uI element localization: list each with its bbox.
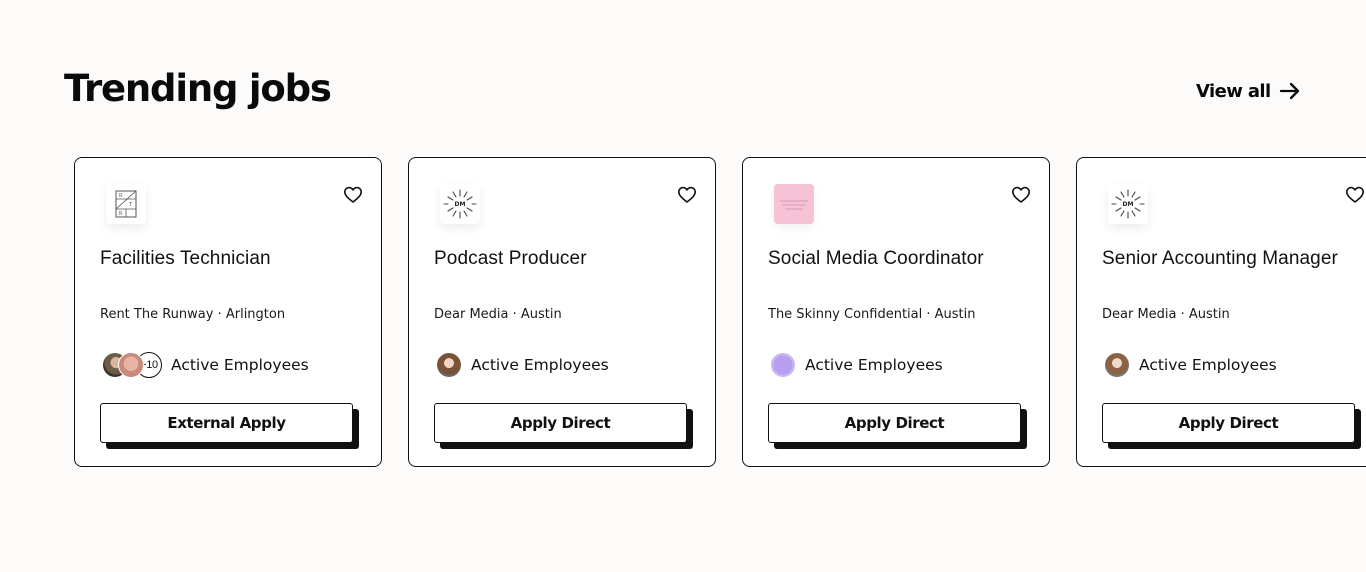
svg-text:R: R <box>119 193 123 199</box>
job-card[interactable]: Social Media Coordinator The Skinny Conf… <box>742 157 1050 467</box>
company-location: Dear Media · Austin <box>1102 307 1230 322</box>
job-title[interactable]: Social Media Coordinator <box>768 248 984 270</box>
apply-direct-button[interactable]: Apply Direct <box>1102 403 1355 443</box>
view-all-link[interactable]: View all <box>1196 76 1301 106</box>
dear-media-logo: DM <box>1108 184 1148 224</box>
job-title[interactable]: Senior Accounting Manager <box>1102 248 1338 270</box>
view-all-label: View all <box>1196 80 1271 102</box>
employee-avatars: +10 <box>102 352 162 378</box>
active-employees: Active Employees <box>436 351 609 379</box>
job-title[interactable]: Facilities Technician <box>100 248 271 270</box>
active-employees-label: Active Employees <box>1139 356 1277 374</box>
avatar <box>1104 352 1130 378</box>
avatar <box>770 352 796 378</box>
employee-avatars <box>1104 352 1130 378</box>
arrow-right-icon <box>1279 82 1299 100</box>
active-employees: +10 Active Employees <box>102 351 309 379</box>
dear-media-logo: DM <box>440 184 480 224</box>
active-employees-label: Active Employees <box>805 356 943 374</box>
job-card[interactable]: DM Podcast Producer Dear Media · Austin … <box>408 157 716 467</box>
skinny-confidential-logo <box>774 184 814 224</box>
job-card[interactable]: R T R Facilities Technician Rent The Run… <box>74 157 382 467</box>
company-location: Dear Media · Austin <box>434 307 562 322</box>
trending-jobs-carousel[interactable]: R T R Facilities Technician Rent The Run… <box>74 157 1366 469</box>
avatar <box>118 352 144 378</box>
section-title: Trending jobs <box>64 67 332 110</box>
heart-outline-icon[interactable] <box>343 185 363 205</box>
heart-outline-icon[interactable] <box>1011 185 1031 205</box>
company-location: Rent The Runway · Arlington <box>100 307 286 322</box>
company-location: The Skinny Confidential · Austin <box>768 307 976 322</box>
active-employees: Active Employees <box>1104 351 1277 379</box>
svg-text:T: T <box>128 202 133 208</box>
svg-text:R: R <box>119 211 123 217</box>
employee-avatars <box>770 352 796 378</box>
active-employees-label: Active Employees <box>171 356 309 374</box>
apply-direct-button[interactable]: Apply Direct <box>768 403 1021 443</box>
apply-direct-button[interactable]: Apply Direct <box>434 403 687 443</box>
svg-text:DM: DM <box>455 201 466 208</box>
employee-avatars <box>436 352 462 378</box>
avatar <box>436 352 462 378</box>
heart-outline-icon[interactable] <box>677 185 697 205</box>
job-title[interactable]: Podcast Producer <box>434 248 587 270</box>
job-card[interactable]: DM Senior Accounting Manager Dear Media … <box>1076 157 1366 467</box>
active-employees: Active Employees <box>770 351 943 379</box>
active-employees-label: Active Employees <box>471 356 609 374</box>
rent-the-runway-logo: R T R <box>106 184 146 224</box>
heart-outline-icon[interactable] <box>1345 185 1365 205</box>
external-apply-button[interactable]: External Apply <box>100 403 353 443</box>
svg-text:DM: DM <box>1123 201 1134 208</box>
